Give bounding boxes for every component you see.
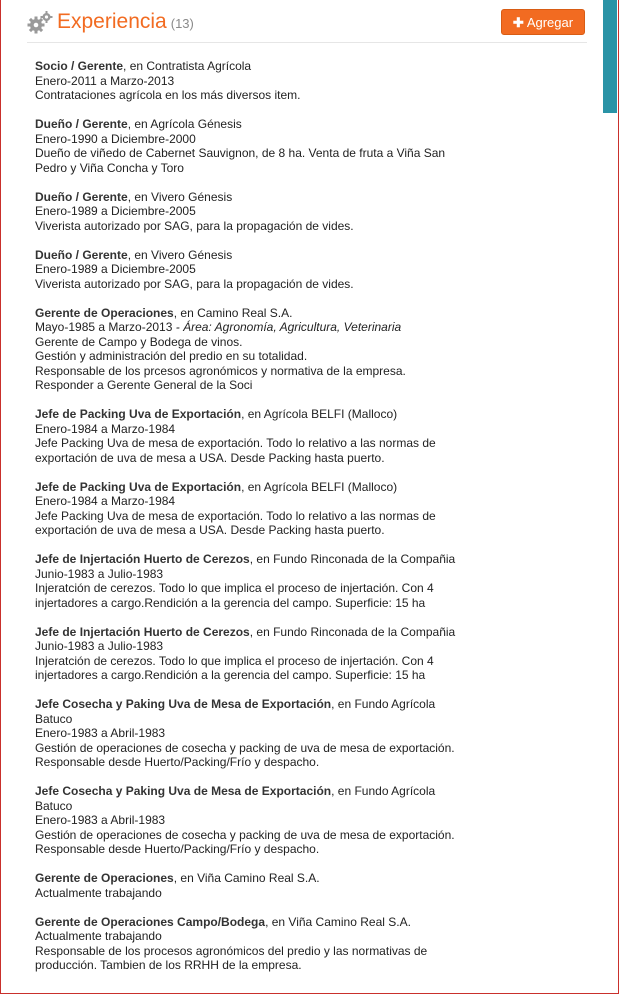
entry-description: Dueño de viñedo de Cabernet Sauvignon, d… [35, 146, 446, 175]
entry-role: Jefe de Packing Uva de Exportación [35, 479, 242, 494]
entry-role: Jefe de Injertación Huerto de Cerezos [35, 624, 250, 639]
entry-role: Gerente de Operaciones [35, 871, 174, 885]
entry-heading: Gerente de Operaciones Campo/Bodega, en … [35, 915, 485, 930]
entry-company: , en Vivero Génesis [127, 189, 233, 204]
section-header: Experiencia (13) ✚ Agregar [27, 8, 587, 43]
entry-description: Injeratción de cerezos. Todo lo que impl… [35, 653, 434, 683]
entry-dates: Enero-1983 a Abril-1983 [35, 813, 166, 827]
entry-area: - Área: Agronomía, Agricultura, Veterina… [172, 320, 402, 334]
entry-role: Jefe Cosecha y Paking Uva de Mesa de Exp… [35, 784, 332, 798]
entry-dates: Actualmente trabajando [35, 885, 162, 900]
entry-dates: Enero-1989 a Diciembre-2005 [35, 262, 196, 276]
entry-dates-line: Actualmente trabajando [35, 886, 485, 901]
add-button[interactable]: ✚ Agregar [501, 9, 585, 35]
entry-description: Viverista autorizado por SAG, para la pr… [35, 276, 354, 291]
entry-description: Jefe Packing Uva de mesa de exportación.… [35, 508, 436, 538]
entry-dates: Enero-2011 a Marzo-2013 [35, 73, 175, 88]
entry-description: Gestión de operaciones de cosecha y pack… [35, 740, 455, 770]
entry-heading: Jefe Cosecha y Paking Uva de Mesa de Exp… [35, 697, 485, 726]
experience-entry: Jefe Cosecha y Paking Uva de Mesa de Exp… [35, 697, 485, 770]
experience-entry: Dueño / Gerente, en Agrícola Génesis Ener… [35, 117, 485, 175]
entry-heading: Dueño / Gerente, en Vivero Génesis [35, 190, 485, 205]
entry-dates-line: Mayo-1985 a Marzo-2013 - Área: Agronomía… [35, 320, 485, 335]
entry-company: , en Agrícola BELFI (Malloco) [241, 407, 398, 421]
experience-entry: Jefe de Injertación Huerto de Cerezos, e… [35, 625, 485, 683]
experience-entry: Dueño / Gerente, en Vivero Génesis Enero-… [35, 190, 485, 234]
entry-dates-line: Enero-1984 a Marzo-1984 [35, 494, 485, 509]
entry-role: Gerente de Operaciones Campo/Bodega [35, 914, 266, 929]
entry-dates-line: Enero-1983 a Abril-1983 [35, 726, 485, 741]
entry-dates-line: Junio-1983 a Julio-1983 [35, 639, 485, 654]
entry-heading: Jefe de Injertación Huerto de Cerezos, e… [35, 552, 485, 567]
entry-role: Socio / Gerente [35, 59, 124, 73]
entry-dates-line: Enero-2011 a Marzo-2013 [35, 74, 485, 89]
entry-role: Dueño / Gerente [35, 117, 128, 131]
entry-role: Gerente de Operaciones [35, 305, 174, 320]
section-title: Experiencia (13) [57, 8, 194, 38]
experience-entry: Jefe de Packing Uva de Exportación, en A… [35, 480, 485, 538]
entry-company: , en Contratista Agrícola [123, 59, 252, 73]
entry-heading: Jefe Cosecha y Paking Uva de Mesa de Exp… [35, 784, 485, 813]
entry-company: , en Camino Real S.A. [173, 305, 293, 320]
entry-dates: Mayo-1985 a Marzo-2013 [35, 320, 173, 334]
entry-description: Contrataciones agrícola en los más diver… [35, 88, 301, 102]
entry-company: , en Agrícola Génesis [127, 117, 242, 131]
entry-dates-line: Enero-1990 a Diciembre-2000 [35, 132, 485, 147]
entry-role: Jefe de Injertación Huerto de Cerezos [35, 552, 250, 566]
add-button-label: Agregar [526, 15, 574, 30]
entry-dates-line: Enero-1989 a Diciembre-2005 [35, 262, 485, 277]
experience-entry: Gerente de Operaciones Campo/Bodega, en … [35, 915, 485, 973]
experience-entry: Jefe Cosecha y Paking Uva de Mesa de Exp… [35, 784, 485, 857]
entry-description: Gestión de operaciones de cosecha y pack… [35, 827, 455, 857]
experience-list: Socio / Gerente, en Contratista Agrícola… [35, 59, 485, 987]
entry-role: Dueño / Gerente [35, 247, 128, 262]
entry-heading: Jefe de Packing Uva de Exportación, en A… [35, 407, 485, 422]
experience-entry: Gerente de Operaciones, en Camino Real S… [35, 306, 485, 393]
entry-dates-line: Enero-1989 a Diciembre-2005 [35, 204, 485, 219]
entry-dates: Enero-1984 a Marzo-1984 [35, 494, 176, 508]
entry-dates: Enero-1984 a Marzo-1984 [35, 421, 176, 436]
entry-dates: Junio-1983 a Julio-1983 [35, 639, 164, 653]
entry-company: , en Fundo Rinconada de la Compañia [249, 552, 456, 566]
entry-heading: Gerente de Operaciones, en Viña Camino R… [35, 871, 485, 886]
entry-company: , en Agrícola BELFI (Malloco) [241, 479, 398, 494]
section-count: (13) [170, 16, 194, 31]
entry-description: Injeratción de cerezos. Todo lo que impl… [35, 581, 434, 610]
entry-company: , en Vivero Génesis [127, 247, 233, 262]
entry-description: Gerente de Campo y Bodega de vinos. Gest… [35, 334, 406, 393]
entry-dates: Enero-1990 a Diciembre-2000 [35, 131, 196, 146]
entry-heading: Gerente de Operaciones, en Camino Real S… [35, 306, 485, 321]
entry-description: Jefe Packing Uva de mesa de exportación.… [35, 436, 436, 465]
entry-company: , en Fundo Rinconada de la Compañia [249, 624, 456, 639]
experience-entry: Socio / Gerente, en Contratista Agrícola… [35, 59, 485, 103]
entry-heading: Dueño / Gerente, en Agrícola Génesis [35, 117, 485, 132]
experience-entry: Gerente de Operaciones, en Viña Camino R… [35, 871, 485, 900]
scrollbar[interactable] [603, 0, 617, 113]
entry-dates: Enero-1983 a Abril-1983 [35, 726, 166, 740]
entry-dates: Enero-1989 a Diciembre-2005 [35, 204, 196, 218]
entry-heading: Dueño / Gerente, en Vivero Génesis [35, 248, 485, 263]
entry-heading: Jefe de Injertación Huerto de Cerezos, e… [35, 625, 485, 640]
entry-dates-line: Actualmente trabajando [35, 929, 485, 944]
plus-icon: ✚ [512, 15, 524, 30]
entry-description: Viverista autorizado por SAG, para la pr… [35, 218, 354, 233]
entry-company: , en Viña Camino Real S.A. [265, 914, 411, 929]
experience-entry: Dueño / Gerente, en Vivero Génesis Enero-… [35, 248, 485, 292]
entry-company: , en Viña Camino Real S.A. [173, 871, 320, 885]
entry-role: Jefe de Packing Uva de Exportación [35, 407, 242, 421]
entry-role: Jefe Cosecha y Paking Uva de Mesa de Exp… [35, 697, 332, 711]
experience-entry: Jefe de Injertación Huerto de Cerezos, e… [35, 552, 485, 610]
entry-dates-line: Junio-1983 a Julio-1983 [35, 567, 485, 582]
gears-icon [27, 10, 53, 36]
entry-heading: Socio / Gerente, en Contratista Agrícola [35, 59, 485, 74]
entry-dates-line: Enero-1984 a Marzo-1984 [35, 422, 485, 437]
entry-description: Responsable de los procesos agronómicos … [35, 943, 428, 973]
entry-role: Dueño / Gerente [35, 189, 128, 204]
section-title-text: Experiencia [57, 10, 167, 33]
entry-heading: Jefe de Packing Uva de Exportación, en A… [35, 480, 485, 495]
entry-dates: Junio-1983 a Julio-1983 [35, 566, 164, 581]
entry-dates-line: Enero-1983 a Abril-1983 [35, 813, 485, 828]
entry-dates: Actualmente trabajando [35, 929, 162, 943]
experience-entry: Jefe de Packing Uva de Exportación, en A… [35, 407, 485, 465]
